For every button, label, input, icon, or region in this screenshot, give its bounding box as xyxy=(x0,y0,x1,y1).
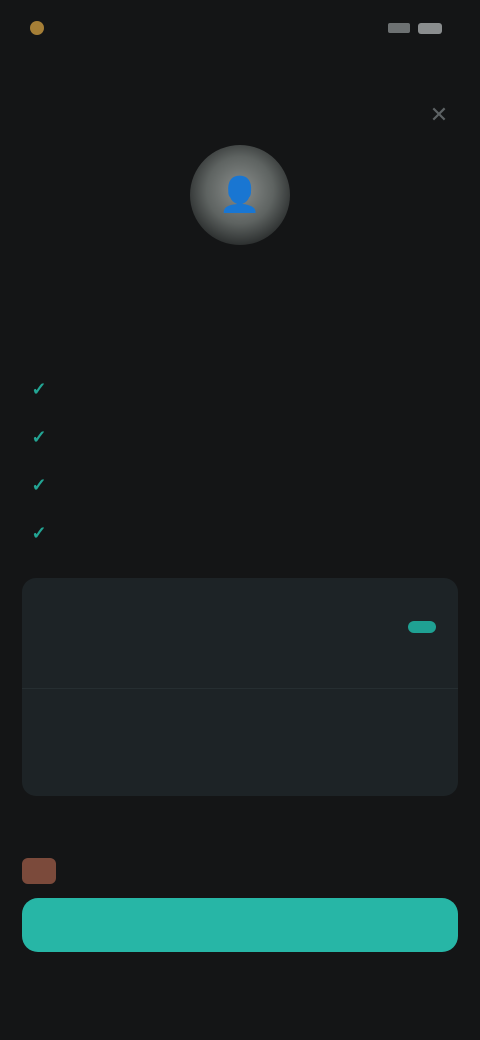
close-button[interactable]: ✕ xyxy=(424,100,454,130)
plan-selector xyxy=(22,578,458,796)
feature-item: ✓ xyxy=(28,461,448,509)
status-left xyxy=(30,21,54,35)
check-icon: ✓ xyxy=(31,426,47,447)
avatar-icon: 👤 xyxy=(218,176,262,214)
plan-pricing xyxy=(408,621,436,643)
plan-option-monthly[interactable] xyxy=(22,578,458,686)
plan-badge xyxy=(408,621,436,633)
close-icon: ✕ xyxy=(429,102,449,127)
subscribe-button[interactable] xyxy=(22,898,458,952)
plan-option-yearly[interactable] xyxy=(22,688,458,796)
signal-icon xyxy=(388,23,410,33)
gift-icon[interactable] xyxy=(22,858,56,884)
battery-icon xyxy=(418,22,442,34)
feature-item: ✓ xyxy=(28,509,448,557)
check-icon: ✓ xyxy=(31,474,47,495)
check-icon: ✓ xyxy=(31,522,47,543)
avatar: 👤 xyxy=(190,145,290,245)
status-right xyxy=(388,22,450,34)
feature-list: ✓ ✓ ✓ ✓ xyxy=(28,365,448,557)
feature-item: ✓ xyxy=(28,365,448,413)
check-icon: ✓ xyxy=(31,378,47,399)
notification-icon xyxy=(30,21,44,35)
feature-item: ✓ xyxy=(28,413,448,461)
status-bar xyxy=(0,0,480,56)
